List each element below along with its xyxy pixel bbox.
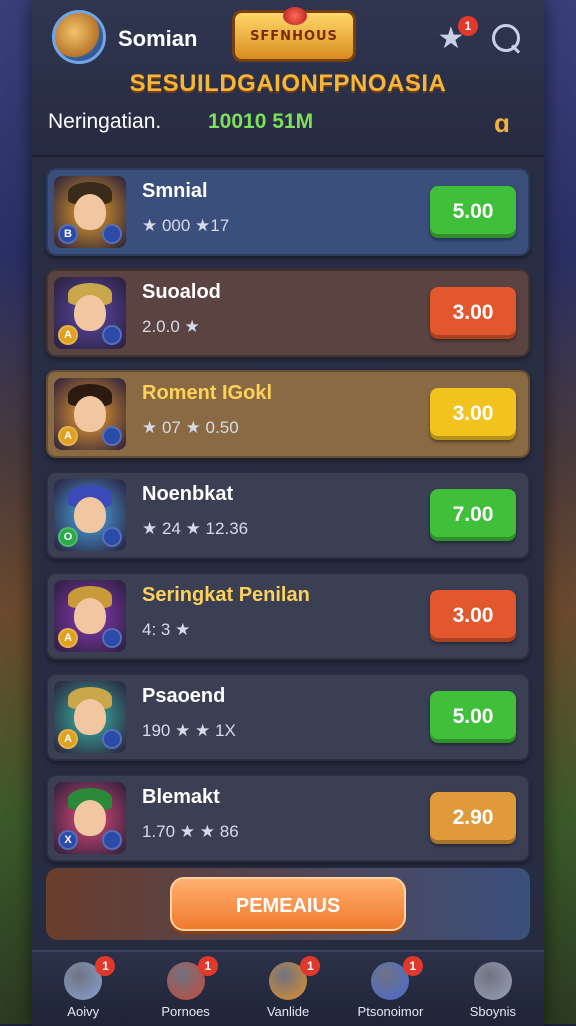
filter-button[interactable]: ɑ — [494, 108, 510, 139]
nav-item[interactable]: Sboynis — [442, 952, 544, 1026]
hero-name: Roment IGokl — [142, 382, 273, 404]
hero-name: Blemakt — [142, 786, 220, 808]
header: Somian SFFNHOUS ★ 1 SESUILDGAIONFPNOASIA… — [32, 0, 544, 157]
nav-label: Vanlide — [266, 1004, 310, 1019]
hero-portrait: A — [54, 681, 126, 753]
price-button[interactable]: 7.00 — [430, 489, 516, 541]
hero-coin-icon: A — [58, 628, 78, 648]
price-button[interactable]: 3.00 — [430, 590, 516, 642]
hero-coin-icon: A — [58, 325, 78, 345]
price-button[interactable]: 3.00 — [430, 287, 516, 339]
bottom-nav: Aoivy 1 Pornoes 1 Vanlide 1 Ptsonoimor 1 Sbo… — [32, 950, 544, 1026]
hero-coin-icon — [102, 426, 122, 446]
hero-card[interactable]: A Roment IGokl ★ 07 ★ 0.50 3.00 — [46, 370, 530, 458]
purchase-button[interactable]: PEMEAIUS — [170, 877, 406, 931]
hero-coin-icon — [102, 628, 122, 648]
price-button[interactable]: 3.00 — [430, 388, 516, 440]
nav-label: Ptsonoimor — [357, 1004, 424, 1019]
player-name: Somian — [118, 26, 198, 51]
nav-badge: 1 — [402, 956, 423, 976]
hero-name: Seringkat Penilan — [142, 584, 310, 606]
hero-card[interactable]: O Noenbkat ★ 24 ★ 12.36 7.00 — [46, 471, 530, 559]
hero-portrait: A — [54, 277, 126, 349]
price-button[interactable]: 5.00 — [430, 691, 516, 743]
hero-coin-icon — [102, 224, 122, 244]
balance-label: Neringatian. — [48, 110, 162, 133]
nav-item[interactable]: Aoivy 1 — [32, 952, 134, 1026]
price-button[interactable]: 2.90 — [430, 792, 516, 844]
hero-portrait: A — [54, 378, 126, 450]
nav-label: Sboynis — [469, 1004, 516, 1019]
hero-coin-icon: A — [58, 426, 78, 446]
hero-stats: ★ 07 ★ 0.50 — [142, 418, 239, 437]
nav-item[interactable]: Pornoes 1 — [134, 952, 236, 1026]
filter-icon: ɑ — [494, 108, 510, 138]
hero-portrait: A — [54, 580, 126, 652]
hero-card[interactable]: A Suoalod 2.0.0 ★ 3.00 — [46, 269, 530, 357]
nav-badge: 1 — [95, 956, 116, 976]
hero-coin-icon: A — [58, 729, 78, 749]
hero-stats: 4: 3 ★ — [142, 620, 191, 639]
hero-coin-icon — [102, 830, 122, 850]
hero-stats: 2.0.0 ★ — [142, 317, 200, 336]
hero-list: B Smnial ★ 000 ★17 5.00 A Suoalod 2.0.0 … — [46, 168, 530, 875]
nav-label: Aoivy — [67, 1004, 100, 1019]
nav-item[interactable]: Vanlide 1 — [237, 952, 339, 1026]
hero-name: Suoalod — [142, 281, 221, 303]
hero-portrait: X — [54, 782, 126, 854]
hero-name: Noenbkat — [142, 483, 234, 505]
cta-bar: PEMEAIUS — [46, 868, 530, 940]
hero-portrait: B — [54, 176, 126, 248]
logo-text: SFFNHOUS — [250, 28, 338, 44]
hero-coin-icon — [102, 729, 122, 749]
balance-value: 10010 51M — [208, 110, 314, 133]
hero-coin-icon: B — [58, 224, 78, 244]
nav-label: Pornoes — [161, 1004, 210, 1019]
shop-panel: Somian SFFNHOUS ★ 1 SESUILDGAIONFPNOASIA… — [32, 0, 544, 1026]
nav-icon — [473, 962, 512, 1000]
hero-card[interactable]: A Seringkat Penilan 4: 3 ★ 3.00 — [46, 572, 530, 660]
hero-name: Smnial — [142, 180, 208, 202]
page-title: SESUILDGAIONFPNOASIA — [129, 70, 447, 97]
player-avatar[interactable] — [52, 10, 106, 64]
hero-stats: ★ 000 ★17 — [142, 216, 230, 235]
hero-stats: ★ 24 ★ 12.36 — [142, 519, 249, 538]
hero-coin-icon — [102, 527, 122, 547]
hero-stats: 1.70 ★ ★ 86 — [142, 822, 239, 841]
price-button[interactable]: 5.00 — [430, 186, 516, 238]
nav-badge: 1 — [197, 956, 218, 976]
hero-card[interactable]: X Blemakt 1.70 ★ ★ 86 2.90 — [46, 774, 530, 862]
hero-stats: 190 ★ ★ 1X — [142, 721, 236, 740]
nav-badge: 1 — [300, 956, 321, 976]
game-logo: SFFNHOUS — [232, 7, 356, 62]
hero-card[interactable]: B Smnial ★ 000 ★17 5.00 — [46, 168, 530, 256]
nav-item[interactable]: Ptsonoimor 1 — [339, 952, 441, 1026]
hero-coin-icon — [102, 325, 122, 345]
hero-card[interactable]: A Psaoend 190 ★ ★ 1X 5.00 — [46, 673, 530, 761]
hero-coin-icon: X — [58, 830, 78, 850]
notification-badge: 1 — [458, 16, 478, 36]
logo-gem-icon — [283, 7, 307, 25]
hero-portrait: O — [54, 479, 126, 551]
search-button[interactable] — [490, 22, 522, 54]
hero-coin-icon: O — [58, 527, 78, 547]
background-right — [540, 0, 576, 1024]
hero-name: Psaoend — [142, 685, 226, 707]
